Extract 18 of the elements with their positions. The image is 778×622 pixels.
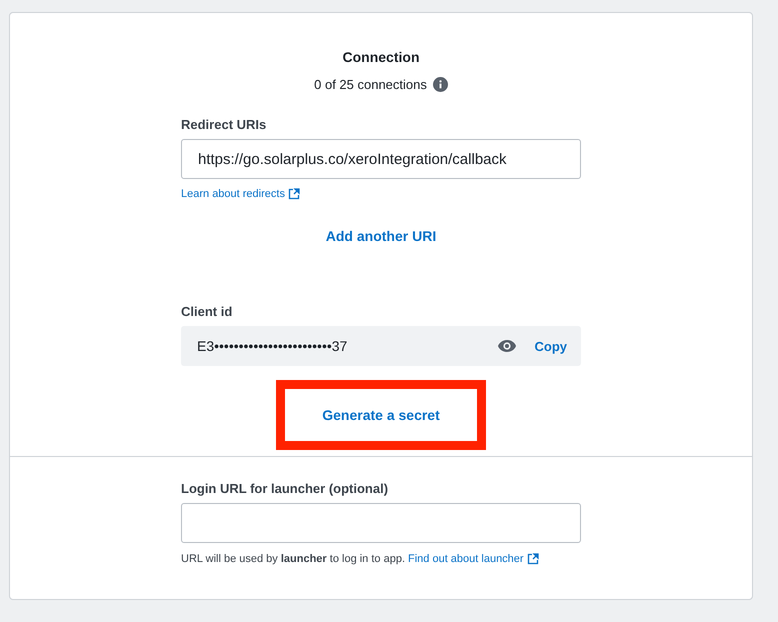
section-title: Connection bbox=[342, 49, 420, 66]
field-label: Login URL for launcher (optional) bbox=[181, 481, 390, 497]
field-label: Client id bbox=[181, 304, 234, 320]
generate-secret-button[interactable]: Generate a secret bbox=[312, 401, 450, 429]
client-id-value: E3••••••••••••••••••••••••37 bbox=[197, 338, 348, 354]
connection-count: 0 of 25 connections bbox=[314, 77, 427, 92]
info-icon bbox=[432, 77, 448, 92]
external-link-icon bbox=[526, 553, 539, 565]
add-uri-button[interactable]: Add another URI bbox=[310, 222, 452, 250]
link[interactable]: Find out about launcher bbox=[408, 553, 524, 565]
external-link-icon bbox=[288, 188, 300, 200]
field-label: Redirect URIs bbox=[181, 117, 268, 133]
copy-button[interactable]: Copy bbox=[534, 334, 567, 358]
help-text: URL will be used by launcher to log in to app. bbox=[181, 553, 405, 565]
link[interactable]: Learn about redirects bbox=[181, 188, 285, 200]
input-field[interactable]: https://go.solarplus.co/xeroIntegration/callback bbox=[181, 139, 581, 179]
eye-icon[interactable] bbox=[496, 339, 516, 353]
input-field[interactable] bbox=[181, 503, 581, 543]
